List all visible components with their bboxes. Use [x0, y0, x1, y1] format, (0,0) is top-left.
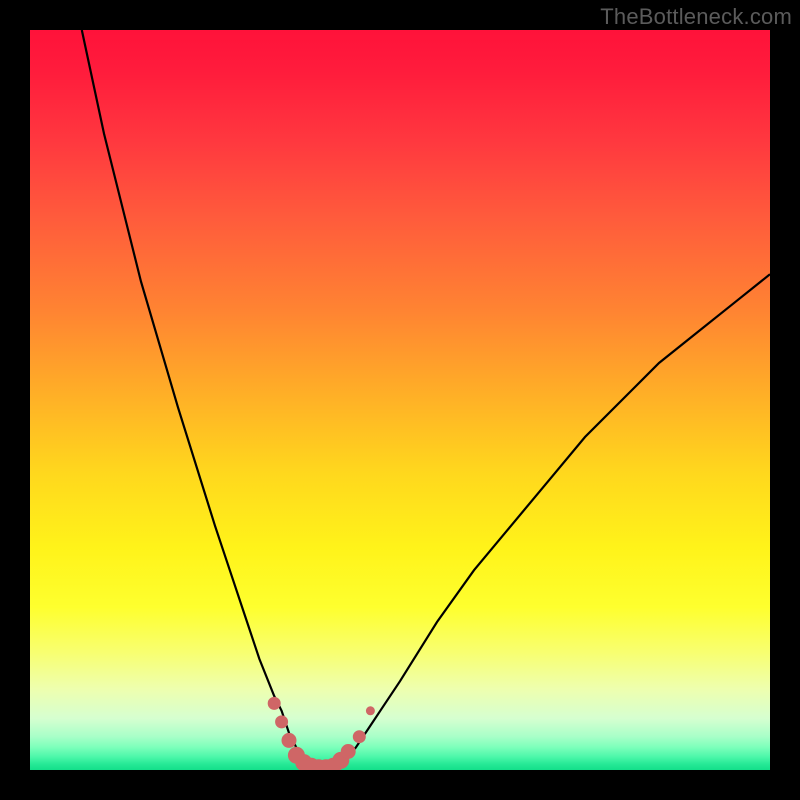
- bottleneck-gradient-background: [30, 30, 770, 770]
- plot-area: [30, 30, 770, 770]
- chart-frame: TheBottleneck.com: [0, 0, 800, 800]
- watermark-text: TheBottleneck.com: [600, 4, 792, 30]
